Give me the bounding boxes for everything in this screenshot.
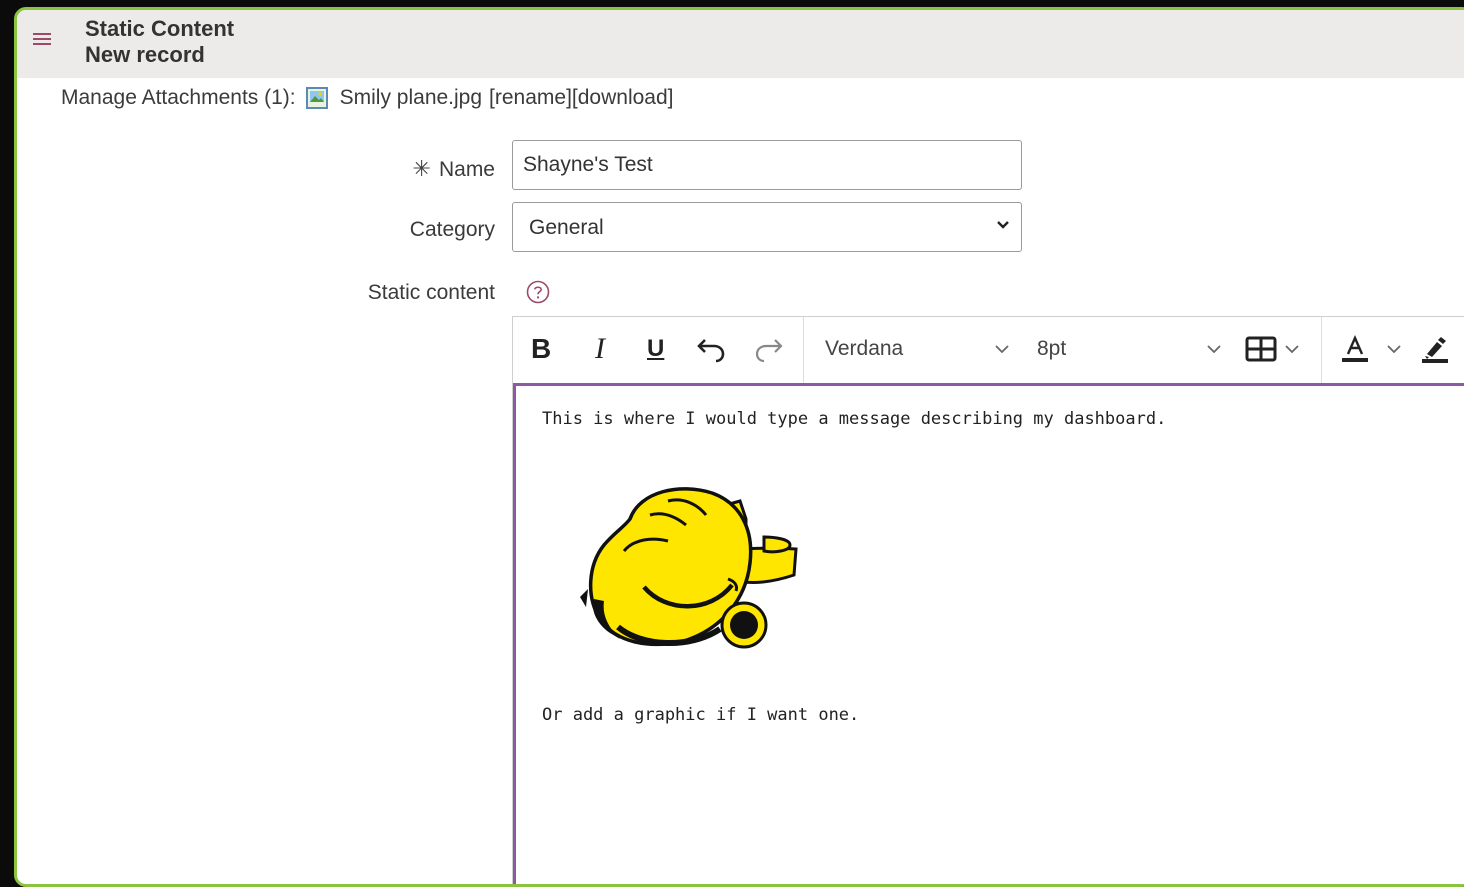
redo-icon[interactable] — [753, 331, 785, 367]
font-size-chevron-icon[interactable] — [1205, 331, 1223, 367]
hamburger-menu-icon[interactable] — [33, 31, 51, 47]
image-file-icon — [305, 87, 328, 109]
name-field-label: ✳ Name — [412, 156, 495, 181]
chevron-down-icon — [995, 217, 1011, 238]
category-select[interactable]: General — [512, 202, 1022, 252]
table-chevron-icon[interactable] — [1283, 331, 1301, 367]
header-bar: Static Content New record — [17, 10, 1464, 78]
font-family-select[interactable]: Verdana — [825, 337, 903, 361]
attachment-filename[interactable]: Smily plane.jpg — [340, 86, 482, 110]
underline-button[interactable]: U — [647, 331, 664, 367]
page-title: Static Content — [85, 16, 235, 41]
rename-link[interactable]: [rename] — [489, 86, 572, 110]
category-field-label: Category — [409, 218, 495, 241]
italic-button[interactable]: I — [595, 331, 605, 367]
editor-text-line: This is where I would type a message des… — [542, 409, 1167, 429]
highlight-color-icon[interactable] — [1419, 331, 1451, 367]
editor-text-line: Or add a graphic if I want one. — [542, 705, 860, 725]
table-icon[interactable] — [1245, 331, 1277, 367]
attachments-row: Manage Attachments (1): Smily plane.jpg … — [61, 86, 673, 110]
category-selected-value: General — [529, 216, 604, 239]
font-size-select[interactable]: 8pt — [1037, 337, 1066, 361]
bold-button[interactable]: B — [531, 331, 551, 367]
undo-icon[interactable] — [695, 331, 727, 367]
download-link[interactable]: [download] — [572, 86, 674, 110]
text-color-chevron-icon[interactable] — [1385, 331, 1403, 367]
name-input[interactable] — [512, 140, 1022, 190]
editor-content-area[interactable]: This is where I would type a message des… — [513, 383, 1464, 884]
editor-toolbar: B I U Verdana 8pt — [513, 317, 1464, 386]
app-window: Static Content New record Manage Attachm… — [14, 7, 1464, 887]
attachments-label[interactable]: Manage Attachments (1): — [61, 86, 296, 110]
required-asterisk-icon: ✳ — [412, 156, 431, 181]
smiley-plane-image[interactable] — [580, 479, 804, 660]
font-family-chevron-icon[interactable] — [993, 331, 1011, 367]
static-content-label: Static content — [367, 281, 495, 304]
text-color-icon[interactable] — [1339, 331, 1371, 367]
rich-text-editor: B I U Verdana 8pt This is where I would … — [512, 316, 1464, 884]
help-icon[interactable] — [526, 280, 550, 304]
page-subtitle: New record — [85, 42, 205, 67]
toolbar-divider — [1321, 317, 1322, 383]
toolbar-divider — [803, 317, 804, 383]
